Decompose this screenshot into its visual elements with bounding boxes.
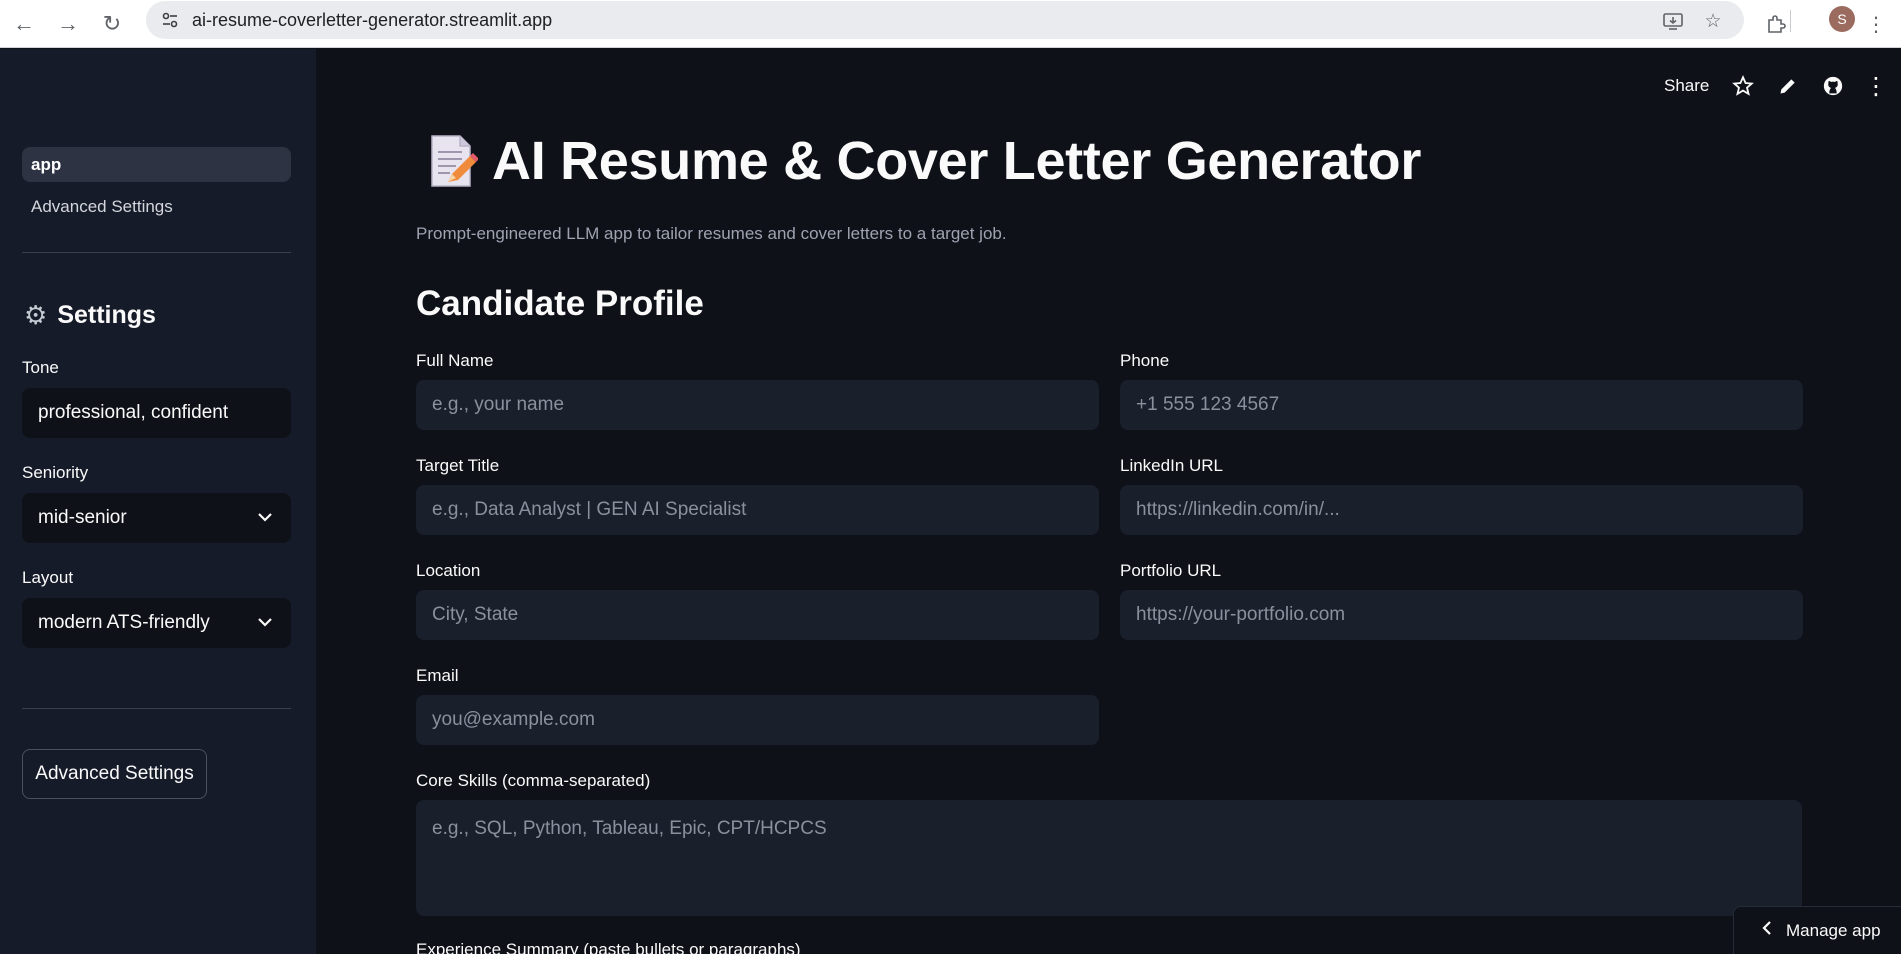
tone-input[interactable]: professional, confident	[22, 388, 291, 438]
bookmark-star-icon[interactable]: ☆	[1701, 9, 1725, 33]
sidebar-divider	[22, 708, 291, 709]
site-settings-icon[interactable]	[160, 10, 180, 30]
sidebar-nav-advanced-settings[interactable]: Advanced Settings	[22, 189, 291, 224]
phone-input[interactable]: +1 555 123 4567	[1120, 380, 1803, 430]
layout-value: modern ATS-friendly	[38, 612, 210, 633]
chevron-left-icon	[1762, 920, 1772, 941]
address-bar[interactable]: ai-resume-coverletter-generator.streamli…	[146, 1, 1744, 39]
core-skills-label: Core Skills (comma-separated)	[416, 771, 651, 790]
toolbar-divider	[1790, 10, 1791, 32]
target-title-label: Target Title	[416, 456, 500, 475]
portfolio-url-label: Portfolio URL	[1120, 561, 1222, 580]
sidebar-divider	[22, 252, 291, 253]
url-text[interactable]: ai-resume-coverletter-generator.streamli…	[192, 10, 552, 31]
forward-icon[interactable]: →	[50, 6, 86, 42]
page-title-row: AI Resume & Cover Letter Generator	[428, 130, 1421, 192]
location-input[interactable]: City, State	[416, 590, 1099, 640]
linkedin-url-input[interactable]: https://linkedin.com/in/...	[1120, 485, 1803, 535]
pencil-icon[interactable]	[1776, 72, 1800, 100]
sidebar: app Advanced Settings ⚙ Settings Tone pr…	[0, 49, 316, 954]
page-caption: Prompt-engineered LLM app to tailor resu…	[416, 224, 1007, 243]
location-label: Location	[416, 561, 481, 580]
star-icon[interactable]	[1731, 72, 1755, 100]
seniority-label: Seniority	[22, 463, 89, 482]
candidate-profile-heading: Candidate Profile	[416, 284, 704, 323]
github-icon[interactable]	[1821, 72, 1845, 100]
more-vertical-icon[interactable]: ⋮	[1864, 72, 1888, 100]
layout-select[interactable]: modern ATS-friendly	[22, 598, 291, 648]
memo-icon	[428, 132, 479, 190]
sidebar-nav-app[interactable]: app	[22, 147, 291, 182]
gear-icon: ⚙	[24, 300, 48, 330]
portfolio-url-input[interactable]: https://your-portfolio.com	[1120, 590, 1803, 640]
core-skills-textarea[interactable]: e.g., SQL, Python, Tableau, Epic, CPT/HC…	[416, 800, 1802, 916]
email-input[interactable]: you@example.com	[416, 695, 1099, 745]
chevron-down-icon	[255, 612, 275, 632]
settings-heading: ⚙ Settings	[24, 300, 156, 331]
advanced-settings-button[interactable]: Advanced Settings	[22, 749, 207, 799]
page-title: AI Resume & Cover Letter Generator	[492, 131, 1422, 191]
install-app-icon[interactable]	[1661, 9, 1685, 33]
manage-app-label: Manage app	[1786, 920, 1881, 940]
seniority-select[interactable]: mid-senior	[22, 493, 291, 543]
profile-avatar[interactable]: S	[1829, 6, 1855, 32]
experience-summary-label: Experience Summary (paste bullets or par…	[416, 940, 801, 954]
share-button[interactable]: Share	[1664, 72, 1709, 100]
extensions-icon[interactable]	[1758, 6, 1794, 42]
reload-icon[interactable]: ↻	[94, 6, 130, 42]
seniority-value: mid-senior	[38, 507, 127, 528]
target-title-input[interactable]: e.g., Data Analyst | GEN AI Specialist	[416, 485, 1099, 535]
settings-title: Settings	[57, 301, 156, 329]
browser-menu-icon[interactable]: ⋮	[1858, 6, 1894, 42]
layout-label: Layout	[22, 568, 74, 587]
tone-label: Tone	[22, 358, 59, 377]
full-name-input[interactable]: e.g., your name	[416, 380, 1099, 430]
chevron-down-icon	[255, 507, 275, 527]
manage-app-button[interactable]: Manage app	[1733, 906, 1901, 954]
browser-toolbar: ← → ↻ ai-resume-coverletter-generator.st…	[0, 0, 1901, 48]
linkedin-url-label: LinkedIn URL	[1120, 456, 1224, 475]
full-name-label: Full Name	[416, 351, 494, 370]
email-label: Email	[416, 666, 459, 685]
phone-label: Phone	[1120, 351, 1170, 370]
back-icon[interactable]: ←	[6, 6, 42, 42]
